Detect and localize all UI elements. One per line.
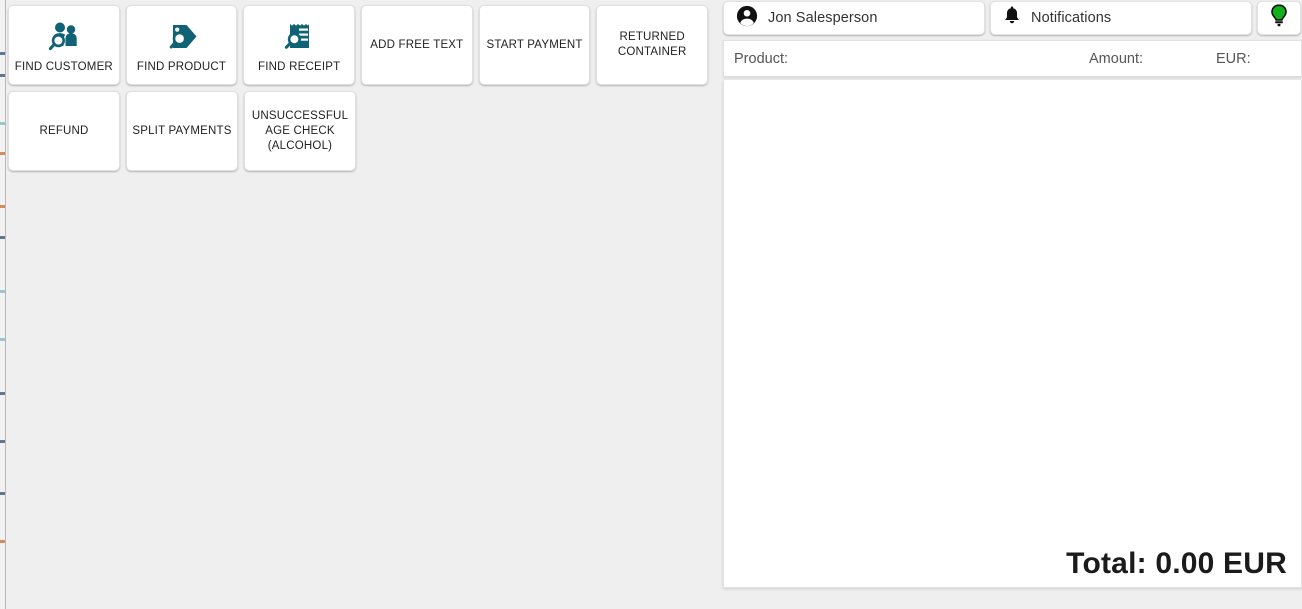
returned-container-button[interactable]: RETURNED CONTAINER [596, 5, 709, 85]
find-customer-icon [46, 20, 82, 54]
action-button-row-1: FIND CUSTOMER FIND PRODUCT FIND RECEIPT … [8, 5, 709, 85]
hint-chip[interactable] [1257, 1, 1301, 35]
find-receipt-button[interactable]: FIND RECEIPT [243, 5, 356, 85]
find-product-icon [164, 20, 200, 54]
receipt-total: Total: 0.00 EUR [1066, 547, 1287, 581]
receipt-total-label: Total: 0.00 EUR [1066, 547, 1287, 580]
find-receipt-label: FIND RECEIPT [258, 61, 341, 73]
pos-screen: FIND CUSTOMER FIND PRODUCT FIND RECEIPT … [0, 0, 1302, 609]
split-payments-label: SPLIT PAYMENTS [132, 124, 232, 137]
action-button-pad: FIND CUSTOMER FIND PRODUCT FIND RECEIPT … [8, 5, 709, 177]
bell-icon [1003, 6, 1021, 31]
unsuccessful-age-check-button[interactable]: UNSUCCESSFUL AGE CHECK (ALCOHOL) [244, 91, 356, 171]
split-payments-button[interactable]: SPLIT PAYMENTS [126, 91, 238, 171]
column-header-product: Product: [734, 50, 788, 67]
refund-button[interactable]: REFUND [8, 91, 120, 171]
find-product-label: FIND PRODUCT [136, 61, 227, 73]
find-customer-button[interactable]: FIND CUSTOMER [8, 5, 120, 85]
add-free-text-button[interactable]: ADD FREE TEXT [361, 5, 473, 85]
notifications-label: Notifications [1031, 10, 1112, 26]
start-payment-label: START PAYMENT [486, 38, 583, 51]
add-free-text-label: ADD FREE TEXT [370, 38, 464, 51]
action-button-row-2: REFUND SPLIT PAYMENTS UNSUCCESSFUL AGE C… [8, 91, 708, 171]
lightbulb-icon [1269, 3, 1289, 33]
find-receipt-icon [282, 20, 316, 54]
user-chip[interactable]: Jon Salesperson [723, 1, 985, 35]
refund-label: REFUND [39, 124, 89, 137]
receipt-top-bar: Jon Salesperson Notifications [723, 0, 1302, 35]
user-name-label: Jon Salesperson [768, 10, 878, 26]
receipt-column-headers: Product: Amount: EUR: [723, 40, 1302, 77]
returned-container-label: RETURNED CONTAINER [617, 31, 687, 58]
start-payment-button[interactable]: START PAYMENT [478, 5, 591, 85]
user-account-icon [736, 5, 758, 32]
find-product-button[interactable]: FIND PRODUCT [125, 5, 238, 85]
column-header-currency: EUR: [1216, 50, 1251, 67]
receipt-column: Jon Salesperson Notifications Product: A… [723, 0, 1302, 609]
left-edge-strip [0, 0, 6, 609]
find-customer-label: FIND CUSTOMER [14, 61, 113, 73]
unsuccessful-age-check-label: UNSUCCESSFUL AGE CHECK (ALCOHOL) [251, 109, 349, 152]
receipt-lines-area[interactable]: Total: 0.00 EUR [723, 80, 1302, 588]
column-header-amount: Amount: [1089, 50, 1143, 67]
notifications-chip[interactable]: Notifications [990, 1, 1252, 35]
